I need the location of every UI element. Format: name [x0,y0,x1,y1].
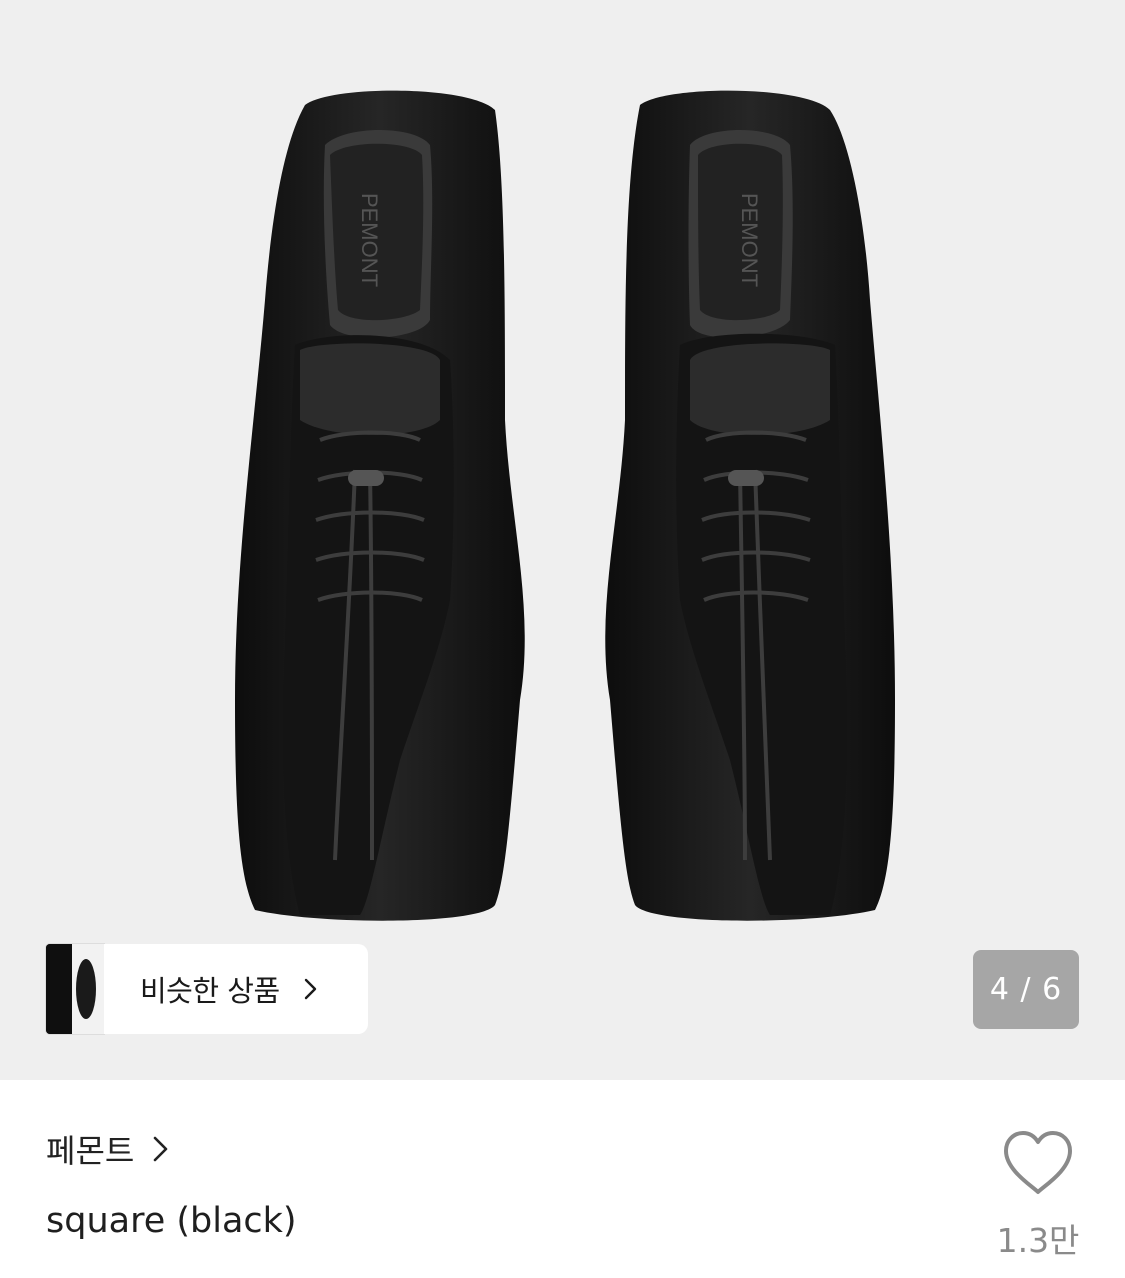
shoe-logo-text: PEMONT [357,193,382,287]
similar-product-thumbnail[interactable] [46,944,104,1034]
product-name: square (black) [46,1201,297,1241]
similar-products-label: 비슷한 상품 [140,974,280,1008]
chevron-right-icon [304,978,316,1000]
left-shoe: PEMONT [235,90,525,921]
heart-outline-icon[interactable] [1002,1130,1074,1196]
similar-products-pill[interactable]: 비슷한 상품 [104,944,368,1034]
chevron-right-icon [154,1136,168,1162]
brand-name: 페몬트 [46,1132,135,1170]
product-gallery[interactable]: PEMONT PEMONT 비슷한 상품 4 / 6 [0,0,1125,1080]
right-shoe: PEMONT [605,90,895,921]
like-count: 1.3만 [996,1221,1080,1260]
brand-link[interactable]: 페몬트 [46,1124,172,1174]
shoe-logo-text: PEMONT [737,193,762,287]
similar-products-button[interactable]: 비슷한 상품 [46,944,368,1034]
image-counter-badge: 4 / 6 [973,950,1079,1029]
like-button[interactable]: 1.3만 [990,1130,1086,1270]
product-image[interactable]: PEMONT PEMONT [0,0,1125,1080]
